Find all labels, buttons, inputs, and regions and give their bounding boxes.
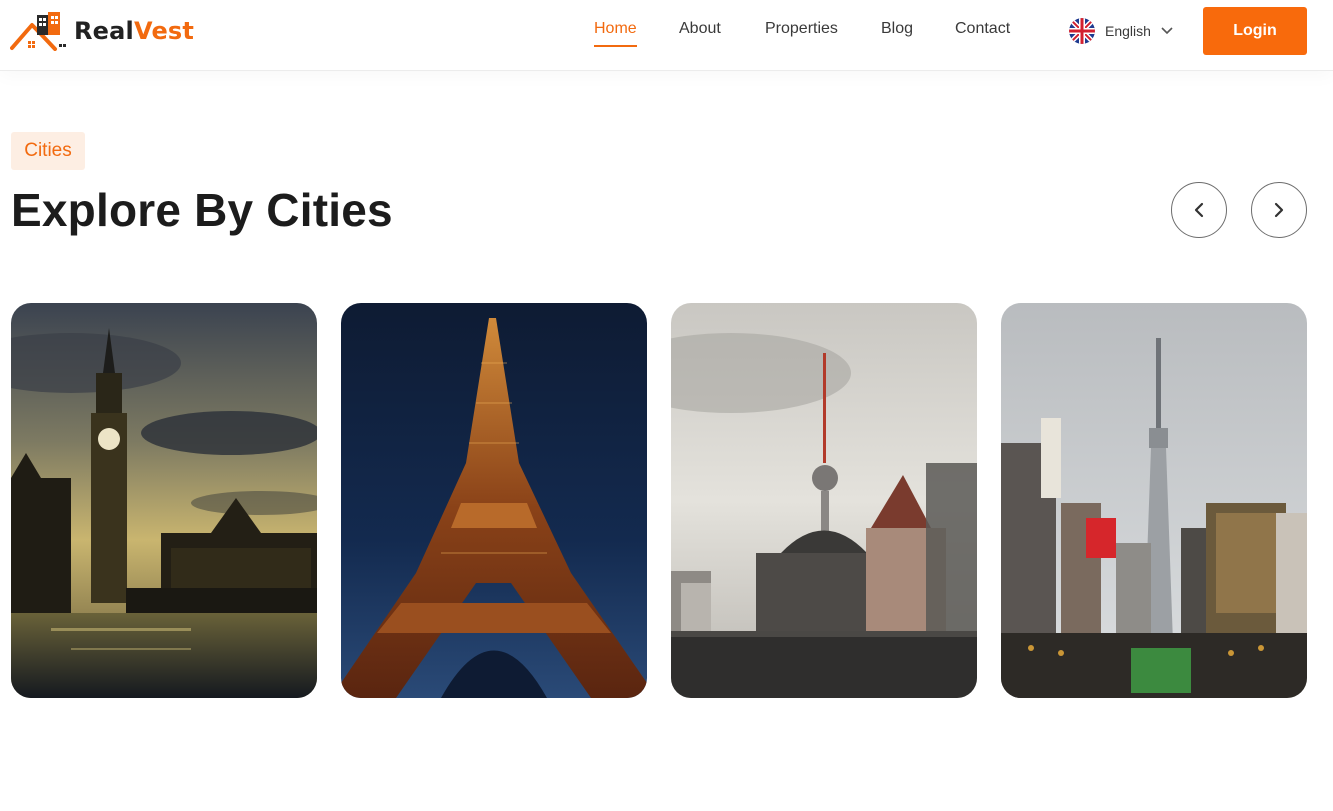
language-label: English — [1105, 23, 1151, 39]
chevron-down-icon — [1161, 27, 1173, 35]
brand-name-vest: Vest — [133, 17, 195, 45]
brand-name-real: Real — [74, 17, 134, 45]
carousel-prev-button[interactable] — [1171, 182, 1227, 238]
city-card[interactable] — [671, 303, 977, 698]
tokyo-skytree-photo — [1001, 303, 1307, 698]
login-button[interactable]: Login — [1203, 7, 1307, 55]
chevron-right-icon — [1274, 202, 1284, 218]
brand-logo[interactable]: RealVest — [10, 11, 194, 51]
nav-item-contact[interactable]: Contact — [955, 20, 1010, 38]
city-card[interactable] — [11, 303, 317, 698]
house-logo-icon — [10, 12, 66, 51]
city-card[interactable] — [1001, 303, 1307, 698]
uk-flag-icon — [1069, 18, 1095, 44]
nav-item-properties[interactable]: Properties — [765, 20, 838, 38]
nav-item-home[interactable]: Home — [594, 20, 637, 47]
nav-item-about[interactable]: About — [679, 20, 721, 38]
site-header: RealVest Home About Properties Blog Cont… — [0, 0, 1333, 71]
eiffel-tower-photo — [341, 303, 647, 698]
carousel-next-button[interactable] — [1251, 182, 1307, 238]
brand-name: RealVest — [74, 17, 194, 45]
language-selector[interactable]: English — [1069, 18, 1173, 44]
berlin-tv-tower-photo — [671, 303, 977, 698]
big-ben-photo — [11, 303, 317, 698]
city-card[interactable] — [341, 303, 647, 698]
chevron-left-icon — [1194, 202, 1204, 218]
section-title: Explore By Cities — [11, 184, 393, 236]
nav-item-blog[interactable]: Blog — [881, 20, 913, 38]
section-badge: Cities — [11, 132, 85, 170]
